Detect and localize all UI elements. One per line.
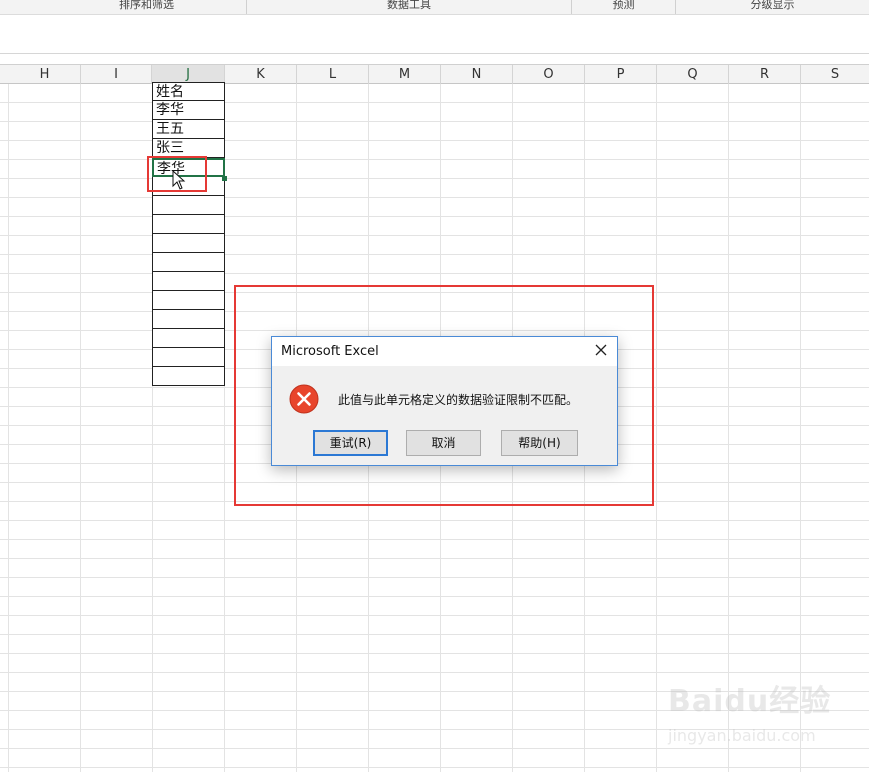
column-header-h[interactable]: H	[9, 65, 81, 84]
watermark-logo: Baidu经验	[668, 684, 832, 719]
cell-j[interactable]	[152, 215, 225, 234]
dialog-titlebar[interactable]: Microsoft Excel	[272, 337, 617, 366]
mouse-cursor-icon	[172, 170, 186, 190]
column-header-r[interactable]: R	[729, 65, 801, 84]
watermark-url: jingyan.baidu.com	[668, 726, 816, 745]
cell-j[interactable]	[152, 253, 225, 272]
ribbon-group-data-tools: 数据工具	[247, 0, 572, 14]
ribbon-group-labels: 排序和筛选 数据工具 预测 分级显示	[0, 0, 869, 15]
error-x-icon	[289, 384, 319, 414]
formula-bar-area	[0, 15, 869, 54]
retry-button[interactable]: 重试(R)	[313, 430, 388, 456]
column-header-q[interactable]: Q	[657, 65, 729, 84]
cell-j[interactable]	[152, 348, 225, 367]
ribbon-group-sort-filter: 排序和筛选	[47, 0, 247, 14]
close-icon[interactable]	[587, 339, 615, 363]
cell-j[interactable]	[152, 234, 225, 253]
column-header-k[interactable]: K	[225, 65, 297, 84]
column-header-n[interactable]: N	[441, 65, 513, 84]
cell-j[interactable]	[152, 196, 225, 215]
cell-j[interactable]: 李华	[152, 101, 225, 120]
fill-handle[interactable]	[222, 176, 227, 181]
column-header-p[interactable]: P	[585, 65, 657, 84]
column-header-l[interactable]: L	[297, 65, 369, 84]
cell-j[interactable]	[152, 310, 225, 329]
cancel-button[interactable]: 取消	[406, 430, 481, 456]
dialog-message: 此值与此单元格定义的数据验证限制不匹配。	[338, 393, 579, 407]
cell-j[interactable]	[152, 329, 225, 348]
help-button[interactable]: 帮助(H)	[501, 430, 578, 456]
column-header-m[interactable]: M	[369, 65, 441, 84]
cell-j[interactable]	[152, 291, 225, 310]
cell-j-header[interactable]: 姓名	[152, 82, 225, 101]
cell-j[interactable]	[152, 272, 225, 291]
column-headers: H I J K L M N O P Q R S	[0, 64, 869, 84]
column-header-s[interactable]: S	[801, 65, 869, 84]
baidu-jingyan-watermark: Baidu经验 jingyan.baidu.com	[668, 676, 858, 752]
ribbon-group-outline: 分级显示	[750, 0, 795, 11]
cell-j[interactable]: 王五	[152, 120, 225, 139]
cell-j[interactable]	[152, 367, 225, 386]
dialog-title: Microsoft Excel	[281, 344, 379, 359]
ribbon-group-forecast: 预测	[572, 0, 676, 14]
column-header-o[interactable]: O	[513, 65, 585, 84]
error-dialog: Microsoft Excel 此值与此单元格定义的数据验证限制不匹配。 重试(…	[271, 336, 618, 466]
column-header-i[interactable]: I	[81, 65, 152, 84]
